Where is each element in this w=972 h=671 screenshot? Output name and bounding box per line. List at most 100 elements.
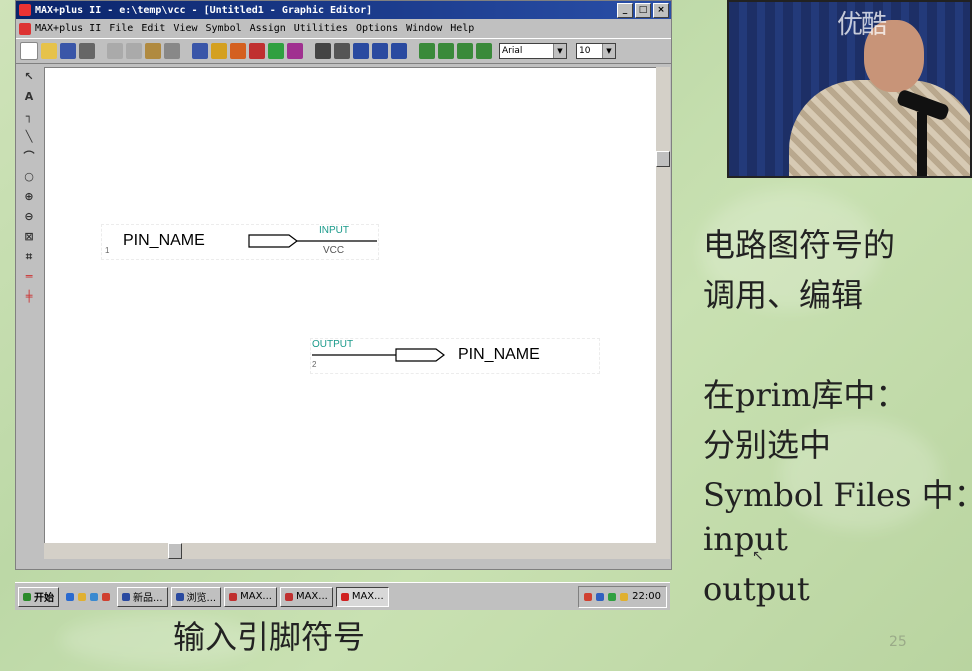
vertical-scroll-thumb[interactable] — [656, 151, 670, 167]
taskbar-item-active[interactable]: MAX... — [335, 586, 389, 607]
menu-assign[interactable]: Assign — [250, 23, 286, 34]
programmer-icon[interactable] — [315, 43, 331, 59]
align-right-icon[interactable] — [457, 43, 473, 59]
select-arrow-icon[interactable]: ↖ — [21, 69, 37, 85]
fit-window-icon[interactable]: ⊠ — [21, 229, 37, 245]
print-icon[interactable] — [79, 43, 95, 59]
diagonal-line-icon[interactable]: ╲ — [21, 129, 37, 145]
tray-icon[interactable] — [608, 592, 617, 601]
arc-tool-icon[interactable]: ⌒ — [21, 149, 37, 165]
lecturer-body — [789, 80, 970, 176]
window-icon — [340, 592, 349, 601]
taskbar-item[interactable]: 新品... — [117, 586, 168, 607]
windows-logo-icon — [23, 592, 31, 601]
zoom-in-icon[interactable]: ⊕ — [21, 189, 37, 205]
align-center-icon[interactable] — [438, 43, 454, 59]
desktop-icon[interactable] — [90, 592, 98, 601]
timing-icon[interactable] — [287, 43, 303, 59]
chevron-down-icon[interactable]: ▼ — [602, 44, 615, 58]
text-tool-icon[interactable]: A — [21, 89, 37, 105]
font-size-select[interactable]: 10 ▼ — [576, 43, 616, 59]
tray-icon[interactable] — [596, 592, 605, 601]
disconnect-icon[interactable]: ╪ — [21, 289, 37, 305]
slide-text-line: 分别选中 — [703, 426, 832, 464]
chevron-down-icon[interactable]: ▼ — [553, 44, 566, 58]
taskbar-item[interactable]: MAX... — [279, 586, 333, 607]
new-file-icon[interactable] — [20, 42, 38, 60]
horizontal-scroll-thumb[interactable] — [168, 543, 182, 559]
align-left-icon[interactable] — [419, 43, 435, 59]
system-tray: 22:00 — [578, 585, 667, 608]
input-pin-symbol[interactable]: 1 PIN_NAME INPUT VCC — [101, 224, 379, 260]
app-icon — [19, 4, 31, 16]
menu-options[interactable]: Options — [356, 23, 398, 34]
menu-utilities[interactable]: Utilities — [294, 23, 348, 34]
channels-icon[interactable] — [102, 592, 110, 601]
help-pointer-icon[interactable] — [192, 43, 208, 59]
zoom-out-icon[interactable]: ⊖ — [21, 209, 37, 225]
slide-text-line: 电路图符号的 — [703, 226, 896, 264]
paste-icon[interactable] — [145, 43, 161, 59]
ie-icon[interactable] — [66, 592, 74, 601]
minimize-button[interactable]: _ — [617, 3, 633, 18]
tray-icon[interactable] — [620, 592, 629, 601]
window-icon — [122, 592, 130, 601]
window-icon — [284, 592, 293, 601]
tray-icon[interactable] — [584, 592, 593, 601]
simulator-icon[interactable] — [268, 43, 284, 59]
menu-symbol[interactable]: Symbol — [206, 23, 242, 34]
save-icon[interactable] — [60, 43, 76, 59]
open-chip-icon[interactable] — [334, 43, 350, 59]
taskbar-item-label: 浏览... — [186, 593, 217, 604]
menu-file[interactable]: File — [109, 23, 133, 34]
open-file-icon[interactable] — [41, 43, 57, 59]
rubberband-icon[interactable]: ⌗ — [21, 249, 37, 265]
horizontal-scrollbar[interactable] — [44, 543, 670, 559]
save-check-icon[interactable] — [353, 43, 369, 59]
taskbar-item[interactable]: 浏览... — [170, 586, 222, 607]
clock[interactable]: 22:00 — [632, 591, 661, 602]
window-title: MAX+plus II - e:\temp\vcc - [Untitled1 -… — [35, 4, 373, 16]
menu-help[interactable]: Help — [450, 23, 474, 34]
quick-launch — [62, 587, 114, 607]
drawing-toolbar: ↖ A ┐ ╲ ⌒ ○ ⊕ ⊖ ⊠ ⌗ ═ ╪ — [18, 67, 40, 559]
vcc-label: VCC — [323, 245, 345, 256]
taskbar-item[interactable]: MAX... — [224, 586, 277, 607]
input-pin-name[interactable]: PIN_NAME — [123, 232, 205, 250]
menu-edit[interactable]: Edit — [141, 23, 165, 34]
font-size-value: 10 — [579, 46, 591, 56]
output-pin-symbol[interactable]: OUTPUT 2 PIN_NAME — [310, 338, 600, 374]
app-menu-icon[interactable] — [19, 22, 31, 35]
cut-icon[interactable] — [107, 43, 123, 59]
save-compile-icon[interactable] — [372, 43, 388, 59]
input-pin-shape — [248, 234, 377, 248]
save-simulate-icon[interactable] — [391, 43, 407, 59]
maximize-button[interactable]: □ — [635, 3, 651, 18]
font-select[interactable]: Arial ▼ — [499, 43, 567, 59]
schematic-canvas[interactable]: 1 PIN_NAME INPUT VCC OUTPUT 2 PIN_NAME — [44, 67, 658, 545]
video-watermark: 优酷 — [837, 10, 887, 40]
output-pin-name[interactable]: PIN_NAME — [458, 346, 540, 364]
font-select-value: Arial — [502, 46, 523, 56]
menu-window[interactable]: Window — [406, 23, 442, 34]
rotate-icon[interactable] — [476, 43, 492, 59]
title-bar[interactable]: MAX+plus II - e:\temp\vcc - [Untitled1 -… — [16, 1, 671, 19]
slide-text-line: output — [703, 570, 810, 608]
connect-icon[interactable]: ═ — [21, 269, 37, 285]
compiler-icon[interactable] — [249, 43, 265, 59]
input-pin-number: 1 — [105, 246, 110, 255]
menu-view[interactable]: View — [173, 23, 197, 34]
circle-tool-icon[interactable]: ○ — [21, 169, 37, 185]
orthogonal-line-icon[interactable]: ┐ — [21, 109, 37, 125]
floorplan-icon[interactable] — [230, 43, 246, 59]
outlook-icon[interactable] — [78, 592, 86, 601]
start-button[interactable]: 开始 — [18, 586, 59, 607]
undo-icon[interactable] — [164, 43, 180, 59]
graphic-editor-window: MAX+plus II - e:\temp\vcc - [Untitled1 -… — [15, 0, 672, 570]
close-button[interactable]: × — [653, 3, 669, 18]
hierarchy-icon[interactable] — [211, 43, 227, 59]
menu-maxplus[interactable]: MAX+plus II — [35, 23, 101, 34]
window-icon — [175, 592, 184, 601]
copy-icon[interactable] — [126, 43, 142, 59]
vertical-scrollbar[interactable] — [656, 67, 670, 543]
